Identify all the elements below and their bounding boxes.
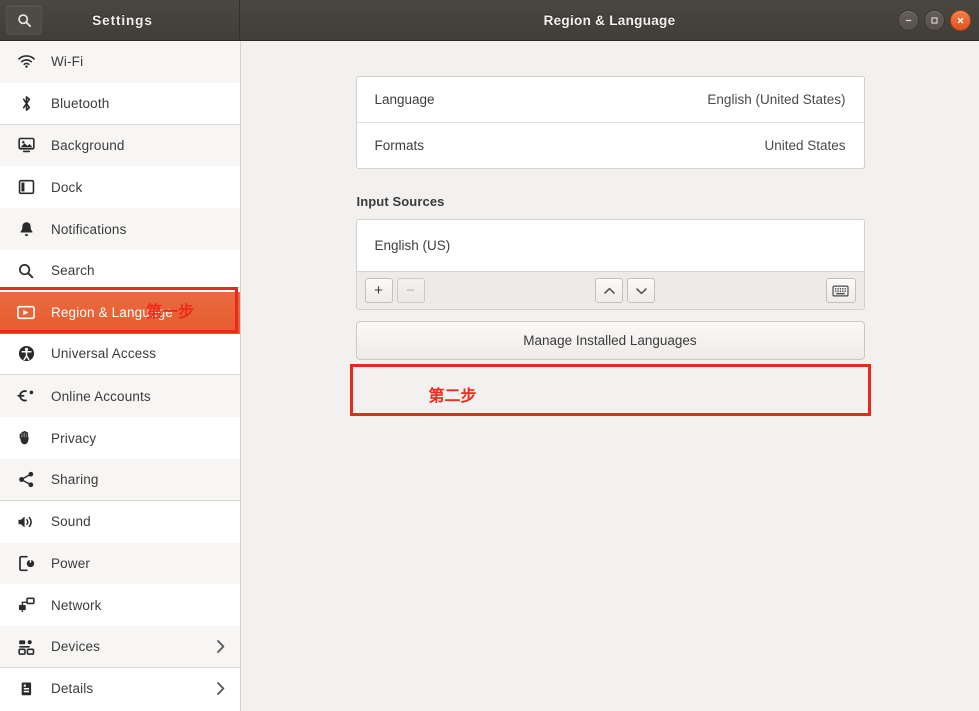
sidebar-item-search[interactable]: Search: [0, 249, 240, 292]
sidebar-item-label: Background: [51, 137, 125, 153]
accessibility-icon: [14, 345, 38, 362]
page-title: Region & Language: [543, 12, 676, 28]
annotation-label-step1: 第一步: [146, 302, 195, 321]
sound-icon: [14, 514, 38, 530]
background-icon: [14, 137, 38, 153]
window-header: Region & Language: [240, 0, 979, 40]
sidebar-item-sound[interactable]: Sound: [0, 500, 240, 543]
region-language-icon: [14, 305, 38, 320]
sidebar-item-network[interactable]: Network: [0, 584, 240, 627]
sidebar-item-label: Sound: [51, 514, 91, 530]
sidebar-item-background[interactable]: Background: [0, 124, 240, 167]
sidebar-item-label: Power: [51, 555, 91, 571]
region-language-panel: Language English (United States) Formats…: [349, 76, 871, 416]
chevron-down-icon[interactable]: [627, 278, 655, 303]
sidebar-item-universal-access[interactable]: Universal Access: [0, 333, 240, 376]
input-sources-card: English (US) + −: [355, 219, 865, 310]
search-icon: [14, 263, 38, 279]
formats-row[interactable]: Formats United States: [356, 122, 864, 168]
remove-input-source-button[interactable]: −: [396, 278, 425, 303]
move-buttons-group: [595, 278, 655, 303]
title-bar: Settings Region & Language: [0, 0, 979, 41]
window-body: Wi-Fi Bluetooth Background Dock Notifica…: [0, 41, 979, 711]
language-row[interactable]: Language English (United States): [357, 77, 864, 122]
settings-window: Settings Region & Language Wi-Fi Bluetoo…: [0, 0, 979, 711]
sidebar-item-label: Online Accounts: [51, 388, 151, 404]
window-controls: [898, 9, 971, 31]
language-formats-card: Language English (United States) Formats…: [355, 76, 865, 169]
chevron-up-icon[interactable]: [595, 278, 623, 303]
sidebar-item-power[interactable]: Power: [0, 542, 240, 585]
bell-icon: [14, 221, 38, 238]
formats-value: United States: [764, 138, 846, 153]
sidebar-item-label: Devices: [51, 639, 101, 655]
language-label: Language: [374, 92, 435, 107]
sidebar-item-label: Wi-Fi: [51, 54, 84, 70]
sidebar-item-label: Details: [51, 681, 94, 697]
sidebar-item-devices[interactable]: Devices: [0, 626, 240, 668]
sidebar-item-label: Sharing: [51, 471, 99, 487]
keyboard-icon[interactable]: [825, 278, 856, 303]
maximize-icon[interactable]: [924, 9, 945, 31]
add-input-source-button[interactable]: +: [364, 278, 393, 303]
app-title: Settings: [92, 12, 153, 28]
devices-icon: [14, 639, 38, 655]
input-sources-toolbar: + −: [356, 271, 864, 309]
sidebar-item-label: Notifications: [51, 221, 127, 237]
sidebar-item-sharing[interactable]: Sharing: [0, 458, 240, 501]
sidebar-item-label: Dock: [51, 179, 83, 195]
chevron-right-icon: [216, 639, 226, 654]
share-icon: [14, 471, 38, 488]
sidebar-item-notifications[interactable]: Notifications: [0, 208, 240, 250]
wifi-icon: [14, 54, 38, 69]
sidebar-item-label: Privacy: [51, 430, 97, 446]
privacy-hand-icon: [14, 430, 38, 446]
main-content: Language English (United States) Formats…: [241, 41, 979, 711]
sidebar-item-online-accounts[interactable]: Online Accounts: [0, 375, 240, 418]
manage-installed-languages-button[interactable]: Manage Installed Languages: [355, 321, 865, 360]
chevron-right-icon: [216, 681, 226, 696]
close-icon[interactable]: [950, 9, 971, 31]
network-icon: [14, 597, 38, 613]
details-icon: [14, 681, 38, 697]
sidebar-item-region-language[interactable]: Region & Language: [0, 291, 240, 334]
input-sources-heading: Input Sources: [356, 194, 445, 209]
language-value: English (United States): [707, 92, 846, 107]
input-source-item[interactable]: English (US): [356, 220, 864, 271]
sidebar-item-details[interactable]: Details: [0, 667, 240, 710]
sidebar-item-privacy[interactable]: Privacy: [0, 417, 240, 459]
dock-icon: [14, 179, 38, 195]
search-icon[interactable]: [6, 5, 42, 35]
sidebar-item-label: Network: [51, 597, 102, 613]
formats-label: Formats: [374, 138, 425, 153]
annotation-label-step2: 第二步: [428, 386, 477, 405]
sidebar-item-dock[interactable]: Dock: [0, 166, 240, 209]
minimize-icon[interactable]: [898, 9, 919, 31]
sidebar-item-label: Universal Access: [51, 346, 157, 362]
sidebar-item-bluetooth[interactable]: Bluetooth: [0, 82, 240, 125]
sidebar: Wi-Fi Bluetooth Background Dock Notifica…: [0, 41, 241, 711]
sidebar-header: Settings: [0, 0, 240, 40]
sidebar-item-wi-fi[interactable]: Wi-Fi: [0, 41, 240, 83]
online-accounts-icon: [14, 388, 38, 404]
sidebar-item-label: Bluetooth: [51, 95, 110, 111]
sidebar-item-label: Search: [51, 263, 95, 279]
bluetooth-icon: [14, 95, 38, 112]
power-icon: [14, 555, 38, 572]
